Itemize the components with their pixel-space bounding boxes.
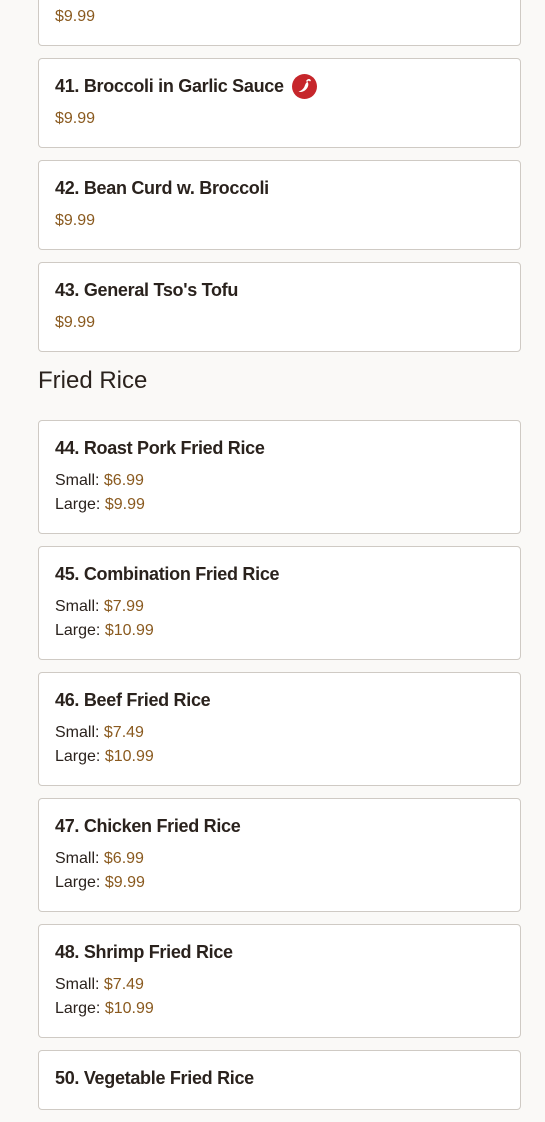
menu-item-card[interactable]: 44. Roast Pork Fried Rice Small: $6.99 L… <box>38 420 521 534</box>
item-name: 43. General Tso's Tofu <box>55 280 239 300</box>
price-amount: $10.99 <box>104 748 154 765</box>
price-large: Large: $10.99 <box>55 997 504 1021</box>
menu-item-card[interactable]: 48. Shrimp Fried Rice Small: $7.49 Large… <box>38 924 521 1038</box>
menu-item-card[interactable]: 42. Bean Curd w. Broccoli $9.99 <box>38 160 521 250</box>
item-name: 47. Chicken Fried Rice <box>55 816 241 836</box>
price-amount: $6.99 <box>103 850 144 867</box>
price-large: Large: $9.99 <box>55 871 504 895</box>
item-name: 48. Shrimp Fried Rice <box>55 942 233 962</box>
price-amount: $9.99 <box>104 496 145 513</box>
price-amount: $7.49 <box>103 976 144 993</box>
size-label-small: Small: <box>55 850 100 867</box>
size-label-large: Large: <box>55 748 101 765</box>
size-label-large: Large: <box>55 1000 101 1017</box>
menu-item-card[interactable]: 45. Combination Fried Rice Small: $7.99 … <box>38 546 521 660</box>
size-label-large: Large: <box>55 496 101 513</box>
price-amount: $7.49 <box>103 724 144 741</box>
price-small: Small: $6.99 <box>55 469 504 493</box>
price-small: Small: $6.99 <box>55 847 504 871</box>
size-label-small: Small: <box>55 724 100 741</box>
menu-list: $9.99 41. Broccoli in Garlic Sauce $9.99… <box>38 0 521 1122</box>
price-large: Large: $10.99 <box>55 619 504 643</box>
item-title-row: 41. Broccoli in Garlic Sauce <box>55 73 504 99</box>
price-amount: $9.99 <box>104 874 145 891</box>
size-label-large: Large: <box>55 622 101 639</box>
menu-item-card[interactable]: 41. Broccoli in Garlic Sauce $9.99 <box>38 58 521 148</box>
item-price: $9.99 <box>55 314 96 331</box>
size-label-large: Large: <box>55 874 101 891</box>
price-amount: $7.99 <box>103 598 144 615</box>
price-small: Small: $7.99 <box>55 595 504 619</box>
price-small: Small: $7.49 <box>55 721 504 745</box>
price-large: Large: $10.99 <box>55 745 504 769</box>
price-small: Small: $7.49 <box>55 973 504 997</box>
price-large: Large: $9.99 <box>55 493 504 517</box>
item-name: 44. Roast Pork Fried Rice <box>55 438 265 458</box>
item-name: 46. Beef Fried Rice <box>55 690 211 710</box>
menu-item-card[interactable]: 46. Beef Fried Rice Small: $7.49 Large: … <box>38 672 521 786</box>
menu-item-card[interactable]: 50. Vegetable Fried Rice <box>38 1050 521 1110</box>
item-name: 41. Broccoli in Garlic Sauce <box>55 76 284 96</box>
item-name: 50. Vegetable Fried Rice <box>55 1068 254 1088</box>
size-label-small: Small: <box>55 598 100 615</box>
price-amount: $10.99 <box>104 1000 154 1017</box>
menu-item-card[interactable]: $9.99 <box>38 0 521 46</box>
price-amount: $10.99 <box>104 622 154 639</box>
menu-item-card[interactable]: 43. General Tso's Tofu $9.99 <box>38 262 521 352</box>
item-price: $9.99 <box>55 212 96 229</box>
item-name: 45. Combination Fried Rice <box>55 564 280 584</box>
size-label-small: Small: <box>55 976 100 993</box>
chili-pepper-icon <box>291 73 317 99</box>
item-name: 42. Bean Curd w. Broccoli <box>55 178 269 198</box>
menu-item-card[interactable]: 47. Chicken Fried Rice Small: $6.99 Larg… <box>38 798 521 912</box>
item-price: $9.99 <box>55 110 96 127</box>
size-label-small: Small: <box>55 472 100 489</box>
section-title-fried-rice: Fried Rice <box>38 367 148 394</box>
price-amount: $6.99 <box>103 472 144 489</box>
item-price: $9.99 <box>55 8 96 25</box>
